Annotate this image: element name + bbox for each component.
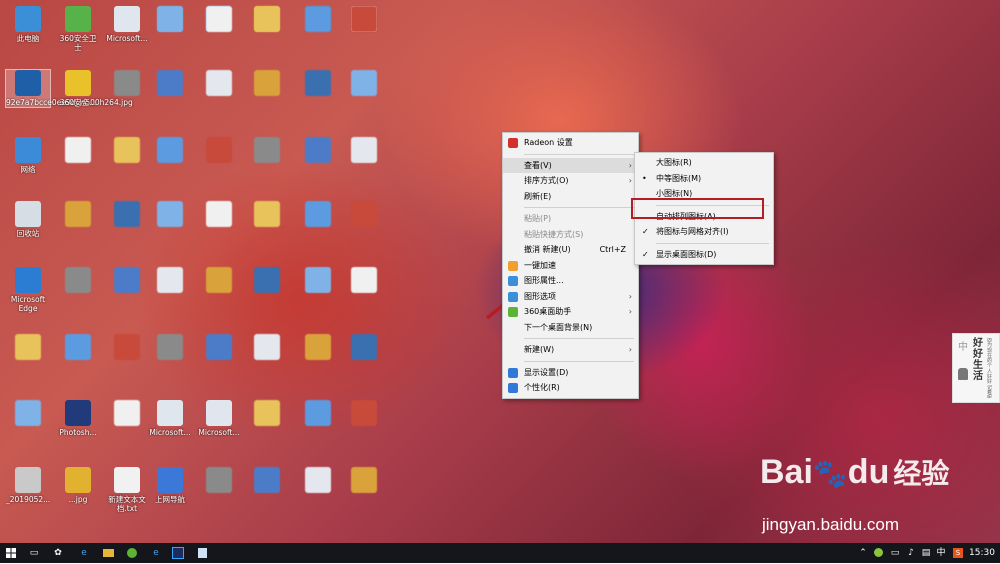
menu-item[interactable]: 一键加速 <box>503 258 638 274</box>
radeon-icon <box>508 138 518 148</box>
watermark-du: du <box>847 453 890 491</box>
menu-item-label: 排序方式(O) <box>524 176 569 185</box>
widget-subtitle: 因为现在的个人好好记着呢 <box>987 338 993 398</box>
menu-item-label: Radeon 设置 <box>524 138 573 147</box>
menu-item[interactable]: ✓ 显示桌面图标(D) <box>635 247 773 263</box>
menu-item[interactable]: 刷新(E) <box>503 189 638 205</box>
desktop-background[interactable]: 此电脑 360安全卫士 Microsoft... 92e7a7bcce0ee9d_w5… <box>0 0 1000 543</box>
graphics-properties-icon <box>508 276 518 286</box>
menu-item-label: 将图标与网格对齐(I) <box>656 227 729 236</box>
menu-separator <box>524 338 634 339</box>
menu-shortcut: Ctrl+Z <box>599 245 626 254</box>
watermark-brand: Bai <box>760 453 813 491</box>
menu-item-label: 显示设置(D) <box>524 367 569 377</box>
chevron-right-icon: › <box>628 345 632 354</box>
menu-item[interactable]: 查看(V) › <box>503 157 638 173</box>
chevron-right-icon: › <box>628 291 632 301</box>
display-settings-icon <box>508 367 518 378</box>
check-icon: ✓ <box>642 227 649 236</box>
network-icon[interactable]: ▭ <box>889 546 901 560</box>
menu-item-label: 刷新(E) <box>524 191 552 201</box>
notepad-taskbar-icon[interactable] <box>196 546 208 560</box>
widget-title: 好好生活 <box>973 338 983 382</box>
baidu-watermark: Bai🐾du 经验 jingyan.baidu.com <box>760 455 949 535</box>
menu-item[interactable]: 个性化(R) <box>503 380 638 396</box>
chevron-right-icon: › <box>628 307 632 316</box>
menu-item-label: 图形选项 <box>524 291 556 301</box>
widget-top-char: 中 <box>958 342 968 353</box>
menu-item[interactable]: 排序方式(O) › <box>503 173 638 189</box>
tray-chevron-icon[interactable]: ⌃ <box>858 546 868 560</box>
menu-item-label: 小图标(N) <box>656 189 693 198</box>
menu-item-label: 撤消 新建(U) <box>524 245 571 254</box>
menu-item-label: 中等图标(M) <box>656 173 702 183</box>
chevron-right-icon: › <box>628 160 632 170</box>
task-view-icon[interactable]: ▭ <box>28 546 40 560</box>
watermark-url: jingyan.baidu.com <box>762 515 900 534</box>
menu-item[interactable]: 显示设置(D) <box>503 365 638 381</box>
taskbar: ▭ ✿ e e ⌃ ▭ ♪ ▤ 中 S 15:30 <box>0 543 1000 563</box>
watermark-cn: 经验 <box>893 458 950 489</box>
360-browser-icon[interactable] <box>126 546 138 560</box>
chevron-right-icon: › <box>628 176 632 185</box>
sogou-ime-icon[interactable]: S <box>952 546 964 560</box>
menu-separator <box>524 207 634 208</box>
menu-item[interactable]: 粘贴快捷方式(S) <box>503 227 638 243</box>
volume-icon[interactable]: ♪ <box>905 546 917 560</box>
menu-item-label: 新建(W) <box>524 345 555 354</box>
graphics-options-icon <box>508 291 518 302</box>
menu-item-label: 个性化(R) <box>524 383 560 392</box>
menu-item[interactable]: 图形属性... <box>503 273 638 289</box>
edge-taskbar-icon[interactable]: e <box>150 546 162 560</box>
360-desktop-icon <box>508 307 518 317</box>
ime-indicator[interactable]: 中 <box>935 546 947 560</box>
menu-item-label: 图形属性... <box>524 276 564 285</box>
start-button[interactable] <box>4 546 18 560</box>
menu-separator <box>524 360 634 362</box>
menu-separator <box>524 153 634 155</box>
menu-item[interactable]: • 中等图标(M) <box>635 171 773 187</box>
menu-item-label: 下一个桌面背景(N) <box>524 322 593 332</box>
photoshop-taskbar-icon[interactable] <box>172 546 184 560</box>
menu-item-label: 查看(V) <box>524 160 552 170</box>
menu-item[interactable]: ✓ 将图标与网格对齐(I) <box>635 224 773 240</box>
baidu-paw-icon: 🐾 <box>812 458 848 489</box>
side-widget[interactable]: 中 好好生活 因为现在的个人好好记着呢 <box>952 333 1000 403</box>
check-icon: ✓ <box>642 249 649 259</box>
windows-logo-icon <box>6 548 16 558</box>
speedup-icon <box>508 260 518 271</box>
clock-time[interactable]: 15:30 <box>968 546 996 560</box>
menu-item[interactable]: 大图标(R) <box>635 155 773 171</box>
menu-item-label: 显示桌面图标(D) <box>656 249 717 259</box>
menu-item[interactable]: 图形选项 › <box>503 289 638 305</box>
menu-item-label: 一键加速 <box>524 260 556 270</box>
menu-item-label: 粘贴快捷方式(S) <box>524 229 584 239</box>
menu-item[interactable]: Radeon 设置 <box>503 135 638 151</box>
menu-separator <box>656 242 769 244</box>
menu-item-label: 360桌面助手 <box>524 307 572 316</box>
personalize-icon <box>508 383 518 393</box>
menu-item[interactable]: 撤消 新建(U) Ctrl+Z <box>503 242 638 258</box>
menu-item-label: 大图标(R) <box>656 158 692 167</box>
widget-figure-icon <box>958 368 968 380</box>
annotation-highlight-box <box>631 198 764 219</box>
menu-item[interactable]: 360桌面助手 › <box>503 304 638 320</box>
file-explorer-icon[interactable] <box>102 546 114 560</box>
menu-item-label: 粘贴(P) <box>524 214 552 223</box>
desktop-context-menu: Radeon 设置 查看(V) › 排序方式(O) › 刷新(E) 粘贴(P) 粘贴快捷方式(… <box>502 132 639 399</box>
notification-icon[interactable]: ▤ <box>920 546 932 560</box>
menu-item[interactable]: 下一个桌面背景(N) <box>503 320 638 336</box>
ie-browser-icon[interactable]: e <box>78 546 90 560</box>
pinned-app-icon[interactable]: ✿ <box>52 546 64 560</box>
menu-item[interactable]: 新建(W) › <box>503 342 638 358</box>
tray-360-icon[interactable] <box>872 546 884 560</box>
menu-item[interactable]: 粘贴(P) <box>503 211 638 227</box>
radio-dot-icon: • <box>642 173 647 183</box>
